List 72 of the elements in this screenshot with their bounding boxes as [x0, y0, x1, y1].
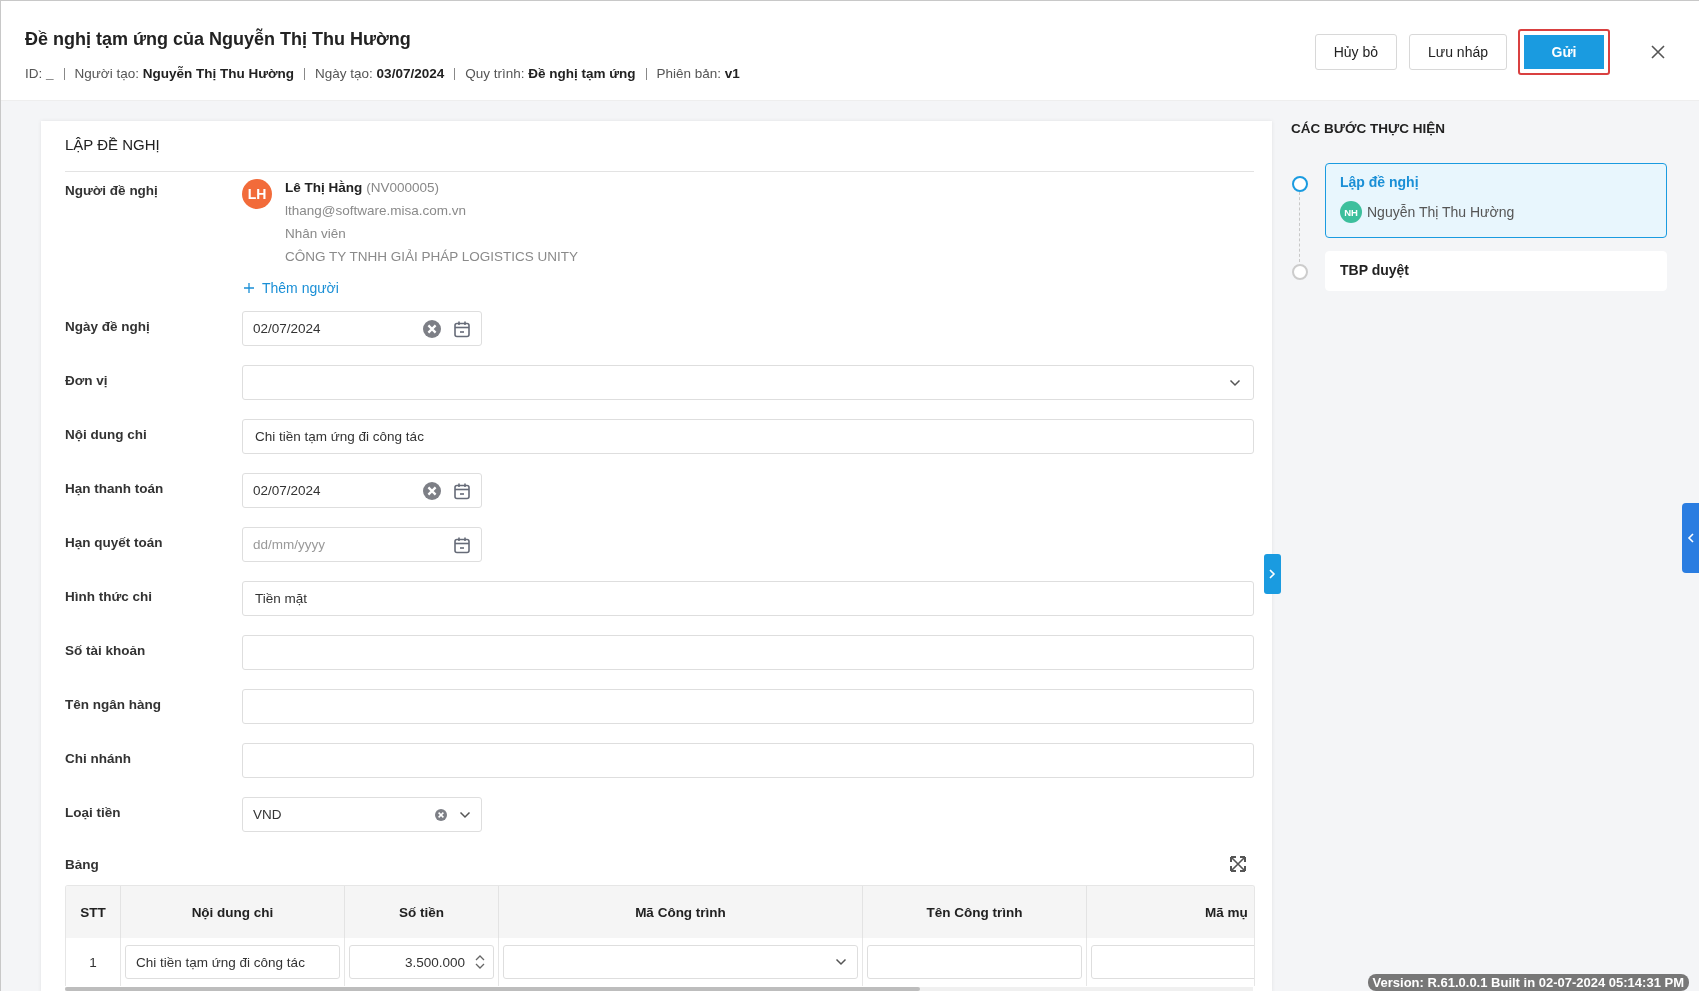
- avatar: LH: [242, 179, 272, 209]
- dropdown-field[interactable]: VND: [242, 797, 482, 832]
- person-name: Lê Thị Hằng: [285, 180, 363, 195]
- table-label: Bảng: [65, 856, 99, 872]
- field-label: Hạn quyết toán: [65, 534, 164, 550]
- avatar: NH: [1340, 201, 1362, 223]
- step-name: TBP duyệt: [1340, 262, 1410, 278]
- number-input[interactable]: 3.500.000: [349, 945, 494, 979]
- action-button[interactable]: Hủy bỏ: [1314, 33, 1397, 70]
- input-field[interactable]: [242, 689, 1254, 724]
- close-icon[interactable]: [1651, 44, 1665, 59]
- field-label: Hình thức chi: [65, 588, 154, 604]
- meta-info: Phiên bản: v1: [656, 66, 740, 81]
- plus-icon: [244, 283, 254, 293]
- step-name: Lập đề nghị: [1340, 174, 1420, 190]
- chevron-left-icon[interactable]: [1682, 503, 1699, 573]
- dropdown-field[interactable]: [242, 365, 1254, 400]
- column-header: Tên Công trình: [862, 886, 1087, 938]
- meta-info: Quy trình: Đề nghị tạm ứng: [465, 66, 636, 81]
- employee-code: (NV000005): [366, 180, 440, 195]
- cell-input[interactable]: [867, 945, 1082, 979]
- field-label: Đơn vị: [65, 372, 109, 388]
- meta-info: Người tạo: Nguyễn Thị Thu Hường: [74, 66, 295, 81]
- clear-icon[interactable]: [435, 808, 447, 821]
- field-label: Ngày đề nghị: [65, 318, 151, 334]
- person-email: lthang@software.misa.com.vn: [285, 202, 468, 220]
- person-role: Nhân viên: [285, 225, 347, 243]
- table-cell: 1: [66, 938, 121, 986]
- column-header: Mã mụ: [1086, 886, 1254, 938]
- field-label: Hạn thanh toán: [65, 480, 165, 496]
- spin-arrows-icon[interactable]: [475, 954, 485, 970]
- column-header: STT: [66, 886, 121, 938]
- chevron-right-icon[interactable]: [1264, 554, 1281, 594]
- chevron-down-icon: [835, 958, 847, 966]
- field-label: Số tài khoản: [65, 642, 147, 658]
- chevron-down-icon: [1229, 378, 1241, 387]
- date-field[interactable]: 02/07/2024: [242, 311, 482, 346]
- assignee-name: Nguyễn Thị Thu Hường: [1367, 204, 1515, 220]
- field-label: Loại tiền: [65, 804, 122, 820]
- expand-icon[interactable]: [1230, 856, 1246, 872]
- field-label: Chi nhánh: [65, 750, 132, 766]
- calendar-icon[interactable]: [453, 319, 471, 338]
- input-field[interactable]: [242, 743, 1254, 778]
- section-title: LẬP ĐỀ NGHỊ: [65, 121, 1254, 172]
- input-field[interactable]: [242, 635, 1254, 670]
- column-header: Số tiền: [344, 886, 499, 938]
- column-header: Nội dung chi: [120, 886, 345, 938]
- action-button[interactable]: Lưu nháp: [1409, 33, 1507, 70]
- dropdown-field[interactable]: [503, 945, 858, 979]
- add-person-link[interactable]: Thêm người: [244, 280, 339, 296]
- clear-icon[interactable]: [423, 319, 441, 338]
- calendar-icon[interactable]: [453, 535, 471, 554]
- field-label: Người đề nghị: [65, 182, 159, 198]
- field-label: Tên ngân hàng: [65, 696, 162, 712]
- step-card[interactable]: TBP duyệt: [1325, 251, 1667, 291]
- clear-icon[interactable]: [423, 481, 441, 500]
- cell-input[interactable]: Chi tiền tạm ứng đi công tác: [125, 945, 340, 979]
- panel-title: CÁC BƯỚC THỰC HIỆN: [1291, 121, 1446, 138]
- meta-info: ID: _: [25, 66, 54, 81]
- meta-info: Ngày tạo: 03/07/2024: [315, 66, 445, 81]
- version-badge: Version: R.61.0.0.1 Built in 02-07-2024 05:14:31 PM: [1367, 974, 1689, 991]
- input-field[interactable]: Chi tiền tạm ứng đi công tác: [242, 419, 1254, 454]
- chevron-down-icon: [459, 810, 471, 819]
- scrollbar-thumb[interactable]: [65, 987, 921, 991]
- field-label: Nội dung chi: [65, 426, 148, 442]
- date-field[interactable]: 02/07/2024: [242, 473, 482, 508]
- column-header: Mã Công trình: [498, 886, 863, 938]
- calendar-icon[interactable]: [453, 481, 471, 500]
- page-title: Đề nghị tạm ứng của Nguyễn Thị Thu Hường: [25, 29, 412, 50]
- step-card[interactable]: Lập đề nghị NH Nguyễn Thị Thu Hường: [1325, 163, 1667, 238]
- company-name: CÔNG TY TNHH GIẢI PHÁP LOGISTICS UNITY: [285, 248, 579, 266]
- input-field[interactable]: Tiền mặt: [242, 581, 1254, 616]
